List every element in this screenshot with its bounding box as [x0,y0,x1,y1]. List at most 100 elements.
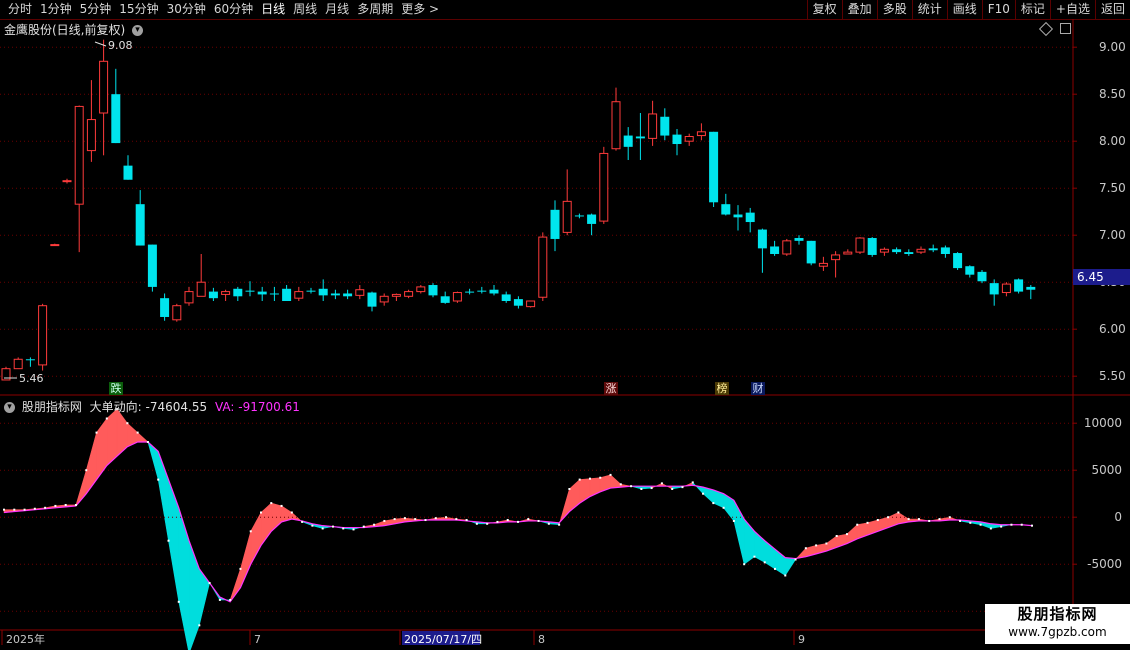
indicator-point [208,582,211,584]
tool-button[interactable]: 统计 [911,0,947,19]
candle-body-down [867,238,877,255]
time-label: 8 [538,633,545,646]
badge-finance[interactable]: 财 [751,382,765,395]
badge-up[interactable]: 涨 [604,382,618,395]
indicator-fill-segment [599,474,611,493]
indicator-fill-segment [34,507,46,511]
indicator-point [136,431,139,434]
stock-title-label: 金鹰股份(日线,前复权) [4,23,126,37]
indicator-fill-segment [456,518,467,522]
indicator-main-value: 大单动向: -74604.55 [89,400,208,414]
tool-button[interactable]: 标记 [1014,0,1050,19]
indicator-point [393,518,396,521]
indicator-fill-segment [641,485,652,490]
tool-button[interactable]: 返回 [1094,0,1130,19]
period-tabs: 分时 1分钟 5分钟 15分钟 30分钟 60分钟 日线 周线 月线 多周期 更多 > [4,0,443,19]
indicator-point [815,544,818,547]
period-tab[interactable]: 分时 [4,0,36,19]
window-icon[interactable] [1060,23,1071,34]
tool-button[interactable]: F10 [981,0,1015,19]
candle-body-down [953,253,963,269]
period-tab[interactable]: 5分钟 [76,0,116,19]
indicator-point [506,519,509,522]
indicator-point [177,600,180,603]
indicator-fill-segment [435,516,447,521]
watermark: 股朋指标网 www.7gpzb.com [985,604,1130,644]
badge-list[interactable]: 榜 [715,382,729,395]
indicator-tick-label: -5000 [1087,557,1122,571]
indicator-fill-segment [558,488,570,525]
candle-body-up [50,244,60,247]
candle-body-down [282,288,292,301]
candle-body-down [806,240,816,264]
indicator-point [774,567,776,570]
candle-body-up [196,281,206,297]
candle-body-down [111,94,121,144]
diamond-icon[interactable] [1038,21,1054,37]
chevron-down-icon[interactable]: ▾ [4,402,15,413]
indicator-fill-segment [754,530,766,563]
indicator-point [424,519,427,522]
period-tab[interactable]: 周线 [289,0,321,19]
candle-body-up [879,248,889,253]
indicator-point [640,488,643,490]
period-tab[interactable]: 日线 [257,0,289,19]
indicator-point [301,520,304,523]
candle-body-down [672,134,682,145]
indicator-va-value: VA: -91700.61 [214,400,300,414]
indicator-point [74,503,77,506]
chevron-down-icon[interactable]: ▾ [132,25,144,36]
candle-body-down [343,293,353,297]
high-price-label: 9.08 [108,39,133,52]
indicator-fill-segment [784,557,796,577]
tool-button[interactable]: 复权 [806,0,842,19]
period-tab[interactable]: 15分钟 [115,0,162,19]
candle-body-down [208,291,218,299]
candle-body-down [721,204,731,215]
candle-body-up [916,248,926,253]
badge-down[interactable]: 跌 [109,382,123,395]
indicator-fill-segment [548,521,560,526]
period-tab[interactable]: 更多 > [397,0,443,19]
indicator-fill-segment [384,518,395,527]
indicator-fill-segment [1021,524,1033,526]
indicator-point [3,508,5,511]
indicator-fill-segment [990,523,1002,529]
tool-button[interactable]: 多股 [876,0,912,19]
indicator-point [13,508,16,511]
period-tab[interactable]: 1分钟 [36,0,76,19]
period-tab[interactable]: 多周期 [353,0,397,19]
indicator-fill-segment [651,482,663,489]
stock-title[interactable]: 金鹰股份(日线,前复权) ▾ [4,21,144,38]
tool-button[interactable]: +自选 [1049,0,1095,19]
indicator-point [578,478,581,481]
price-tick-label: 6.00 [1099,322,1126,336]
indicator-fill-segment [713,489,724,509]
indicator-fill-segment [980,521,992,529]
candle-body-down [269,293,279,295]
indicator-fill-segment [322,525,334,529]
indicator-point [887,516,890,519]
candle-body-up [696,131,706,137]
indicator-fill-segment [795,547,807,561]
indicator-point [681,486,684,489]
indicator-point [95,431,98,434]
candle-body-down [147,244,157,287]
candle-body-down [245,290,255,292]
period-tab[interactable]: 60分钟 [210,0,257,19]
candle-body-down [501,294,511,301]
candle-body-up [74,105,84,205]
candle-body-down [257,291,267,295]
candle-body-up [355,289,365,296]
time-label: 2025年 [6,632,45,646]
tool-button[interactable]: 画线 [946,0,982,19]
tool-button[interactable]: 叠加 [841,0,877,19]
indicator-fill-segment [661,482,673,490]
indicator-point [249,530,252,533]
period-tab[interactable]: 30分钟 [163,0,210,19]
watermark-title: 股朋指标网 [1017,605,1098,623]
indicator-tick-label: 10000 [1084,416,1122,430]
indicator-point [23,508,26,511]
candle-body-up [538,236,548,298]
period-tab[interactable]: 月线 [321,0,353,19]
